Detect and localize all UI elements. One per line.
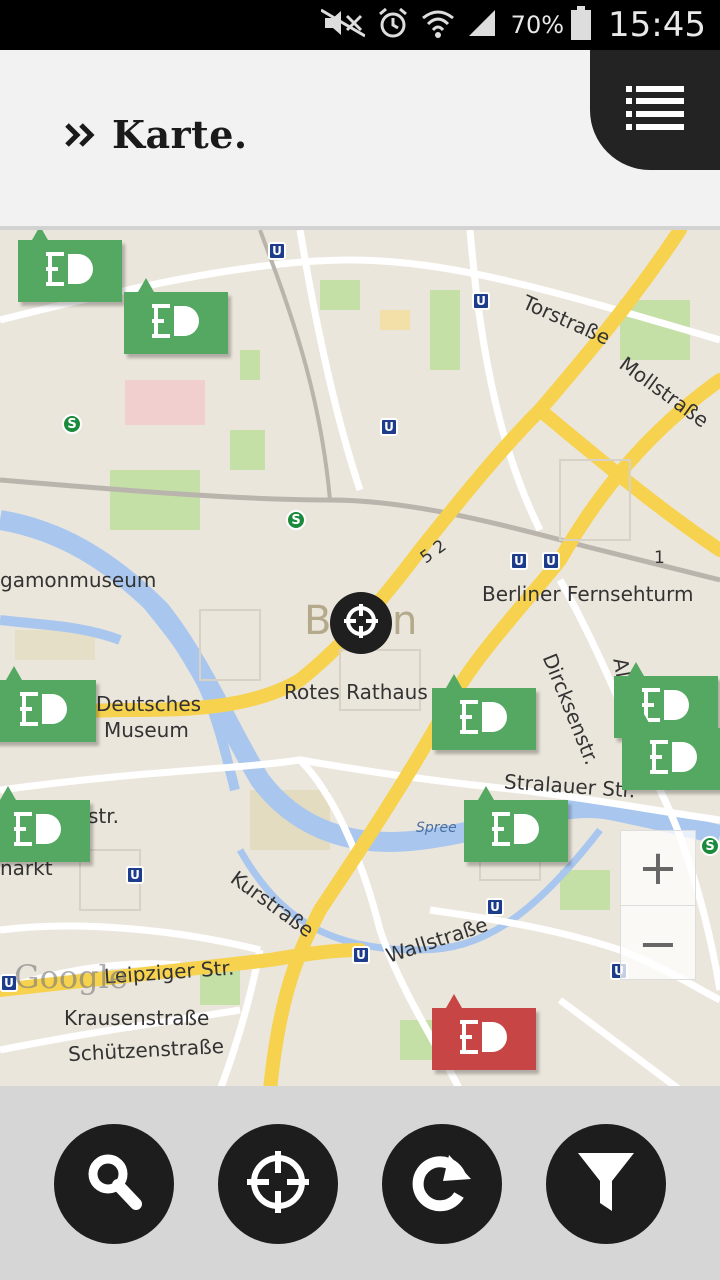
map-label-spree: Spree <box>416 820 457 836</box>
sbahn-station[interactable]: S <box>700 836 720 856</box>
wifi-icon <box>421 8 455 42</box>
charging-station-marker[interactable] <box>432 674 536 750</box>
charging-station-marker-occupied[interactable] <box>432 994 536 1070</box>
bottom-toolbar <box>0 1086 720 1280</box>
zoom-in-button[interactable]: + <box>621 831 695 906</box>
plug-icon <box>648 740 700 778</box>
google-logo: Google <box>14 958 128 996</box>
charging-station-marker[interactable] <box>464 786 568 862</box>
charging-station-marker[interactable] <box>0 786 90 862</box>
map-label-museum: Museum <box>104 718 189 742</box>
menu-button[interactable] <box>590 50 720 170</box>
charging-station-marker[interactable] <box>622 714 720 790</box>
search-button[interactable] <box>54 1124 174 1244</box>
mute-icon <box>319 8 366 42</box>
charging-station-marker[interactable] <box>0 666 96 742</box>
search-icon <box>84 1152 144 1216</box>
alarm-icon <box>377 7 409 43</box>
map-label-berlin-b: B <box>304 598 332 644</box>
map-label-pergamonmuseum: gamonmuseum <box>0 568 157 592</box>
current-location-marker[interactable] <box>330 592 392 654</box>
ubahn-station[interactable]: U <box>352 946 370 964</box>
page-title-text: Karte. <box>112 112 248 157</box>
map-label-rotes-rathaus: Rotes Rathaus <box>284 680 428 704</box>
charging-station-marker[interactable] <box>124 278 228 354</box>
sbahn-station[interactable]: S <box>62 414 82 434</box>
filter-button[interactable] <box>546 1124 666 1244</box>
crosshair-icon <box>245 1149 311 1219</box>
map-view[interactable]: Torstraße Mollstraße gamonmuseum Berline… <box>0 226 720 1086</box>
ubahn-station[interactable]: U <box>542 552 560 570</box>
refresh-icon <box>409 1149 475 1219</box>
map-label-fernsehturm: Berliner Fernsehturm <box>482 582 694 606</box>
clock: 15:45 <box>608 5 706 45</box>
plug-icon <box>458 1020 510 1058</box>
map-label-berlin-n: n <box>392 598 418 644</box>
battery-icon <box>570 6 592 44</box>
map-label-str: str. <box>88 804 120 828</box>
page-title: Karte. <box>64 112 248 157</box>
map-label-krausenstrasse: Krausenstraße <box>64 1006 210 1030</box>
charging-station-marker[interactable] <box>18 230 122 302</box>
ubahn-station[interactable]: U <box>126 866 144 884</box>
app-header: Karte. <box>0 50 720 226</box>
list-icon <box>626 86 684 134</box>
plug-icon <box>490 812 542 850</box>
zoom-out-button[interactable]: − <box>621 906 695 981</box>
map-label-road-1: 1 <box>654 548 665 568</box>
crosshair-icon <box>342 602 380 644</box>
signal-icon <box>467 8 497 42</box>
ubahn-station[interactable]: U <box>510 552 528 570</box>
map-label-deutsches: Deutsches <box>96 692 202 716</box>
locate-button[interactable] <box>218 1124 338 1244</box>
filter-icon <box>576 1149 636 1219</box>
plug-icon <box>12 812 64 850</box>
battery-percent: 70% <box>510 11 565 39</box>
ubahn-station[interactable]: U <box>472 292 490 310</box>
zoom-controls: + − <box>620 830 696 980</box>
ubahn-station[interactable]: U <box>268 242 286 260</box>
status-bar: 70% 15:45 <box>0 0 720 50</box>
refresh-button[interactable] <box>382 1124 502 1244</box>
plug-icon <box>150 304 202 342</box>
ubahn-station[interactable]: U <box>486 898 504 916</box>
plug-icon <box>458 700 510 738</box>
sbahn-station[interactable]: S <box>286 510 306 530</box>
ubahn-station[interactable]: U <box>380 418 398 436</box>
plug-icon <box>44 252 96 290</box>
double-chevron-right-icon <box>64 112 96 157</box>
plug-icon <box>18 692 70 730</box>
